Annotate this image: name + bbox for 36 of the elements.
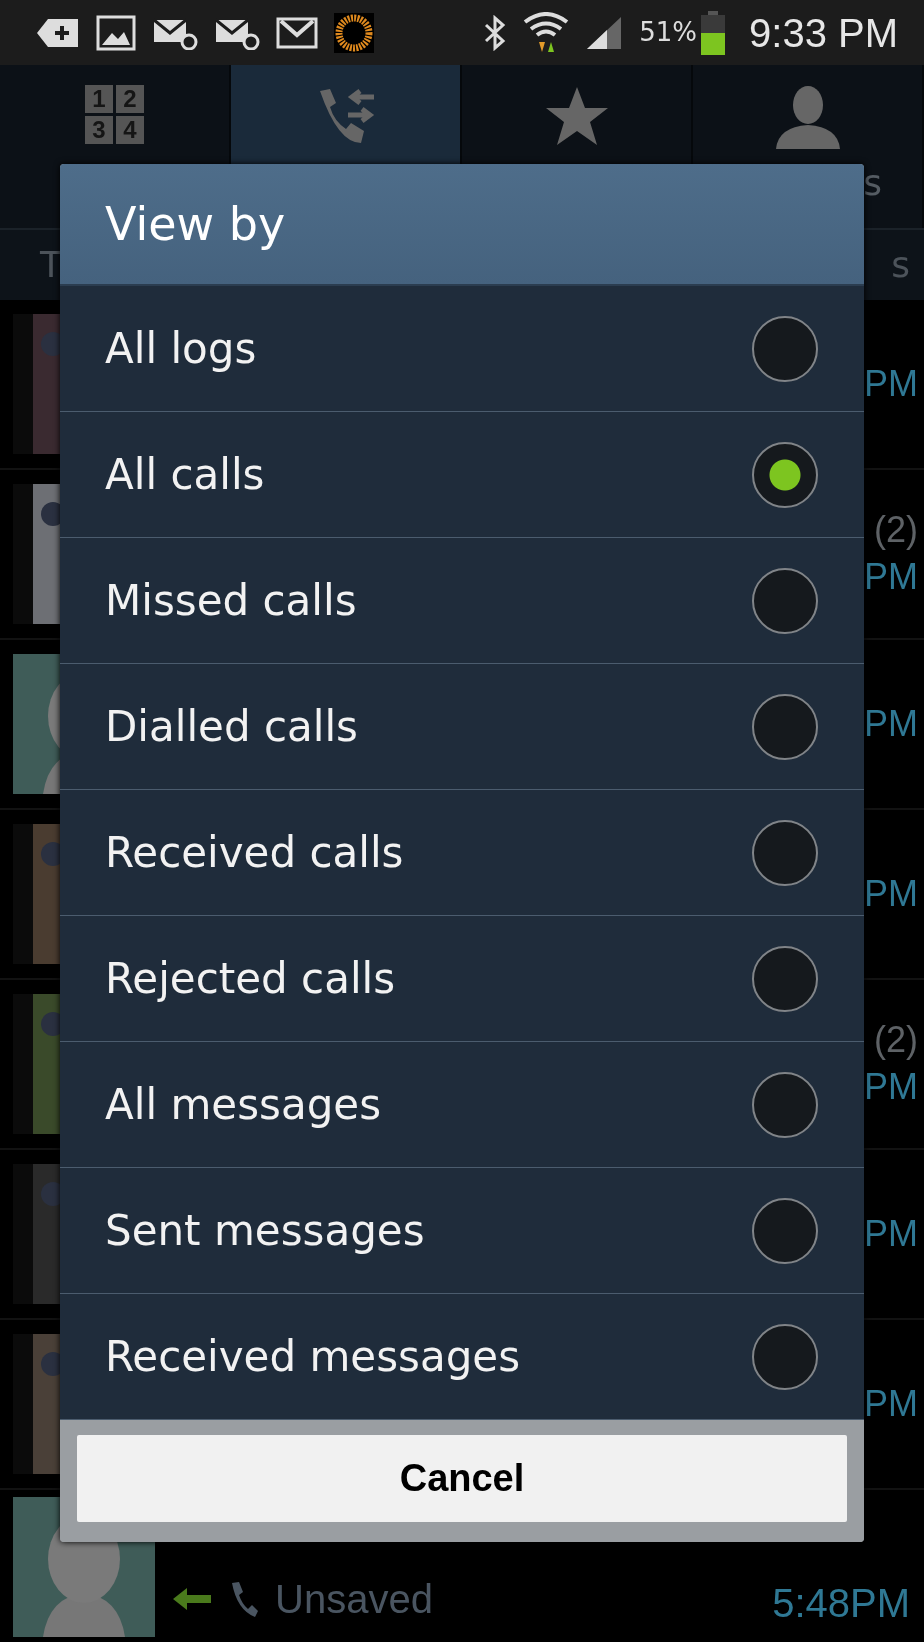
call-time: 5:48PM	[772, 1580, 910, 1627]
clock-time: 9:33 PM	[749, 9, 898, 57]
option-item[interactable]: Received calls	[60, 790, 864, 916]
battery-percentage: 51%	[639, 16, 698, 49]
sun-ring-icon	[334, 12, 374, 53]
tab-label: s	[863, 161, 882, 205]
person-icon	[773, 85, 842, 149]
signal-icon	[585, 14, 624, 51]
mail-icon	[276, 16, 318, 49]
option-item[interactable]: Sent messages	[60, 1168, 864, 1294]
wifi-icon	[523, 11, 570, 54]
call-time: PM	[864, 1381, 918, 1426]
call-time: PM	[864, 701, 918, 746]
phone-icon	[229, 1580, 259, 1618]
filter-label: s	[891, 243, 910, 287]
cancel-button[interactable]: Cancel	[77, 1435, 847, 1522]
image-icon	[96, 14, 136, 51]
option-item[interactable]: Received messages	[60, 1294, 864, 1420]
call-time: PM	[864, 361, 918, 406]
call-count: (2)	[873, 1018, 918, 1063]
call-time: PM	[864, 555, 918, 599]
call-time: PM	[864, 871, 918, 916]
call-time: PM	[864, 1211, 918, 1256]
filter-label: T	[40, 243, 62, 287]
option-item[interactable]: Rejected calls	[60, 916, 864, 1042]
contact-status: Unsaved	[275, 1576, 433, 1623]
add-tag-icon	[36, 17, 80, 48]
option-item[interactable]: All messages	[60, 1042, 864, 1168]
battery-icon	[701, 10, 726, 55]
call-count: (2)	[873, 508, 918, 553]
option-item[interactable]: All logs	[60, 286, 864, 412]
option-item[interactable]: Dialled calls	[60, 664, 864, 790]
option-item[interactable]: All calls	[60, 412, 864, 538]
bluetooth-icon	[483, 14, 508, 51]
call-time: PM	[864, 1065, 918, 1109]
option-item[interactable]: Missed calls	[60, 538, 864, 664]
